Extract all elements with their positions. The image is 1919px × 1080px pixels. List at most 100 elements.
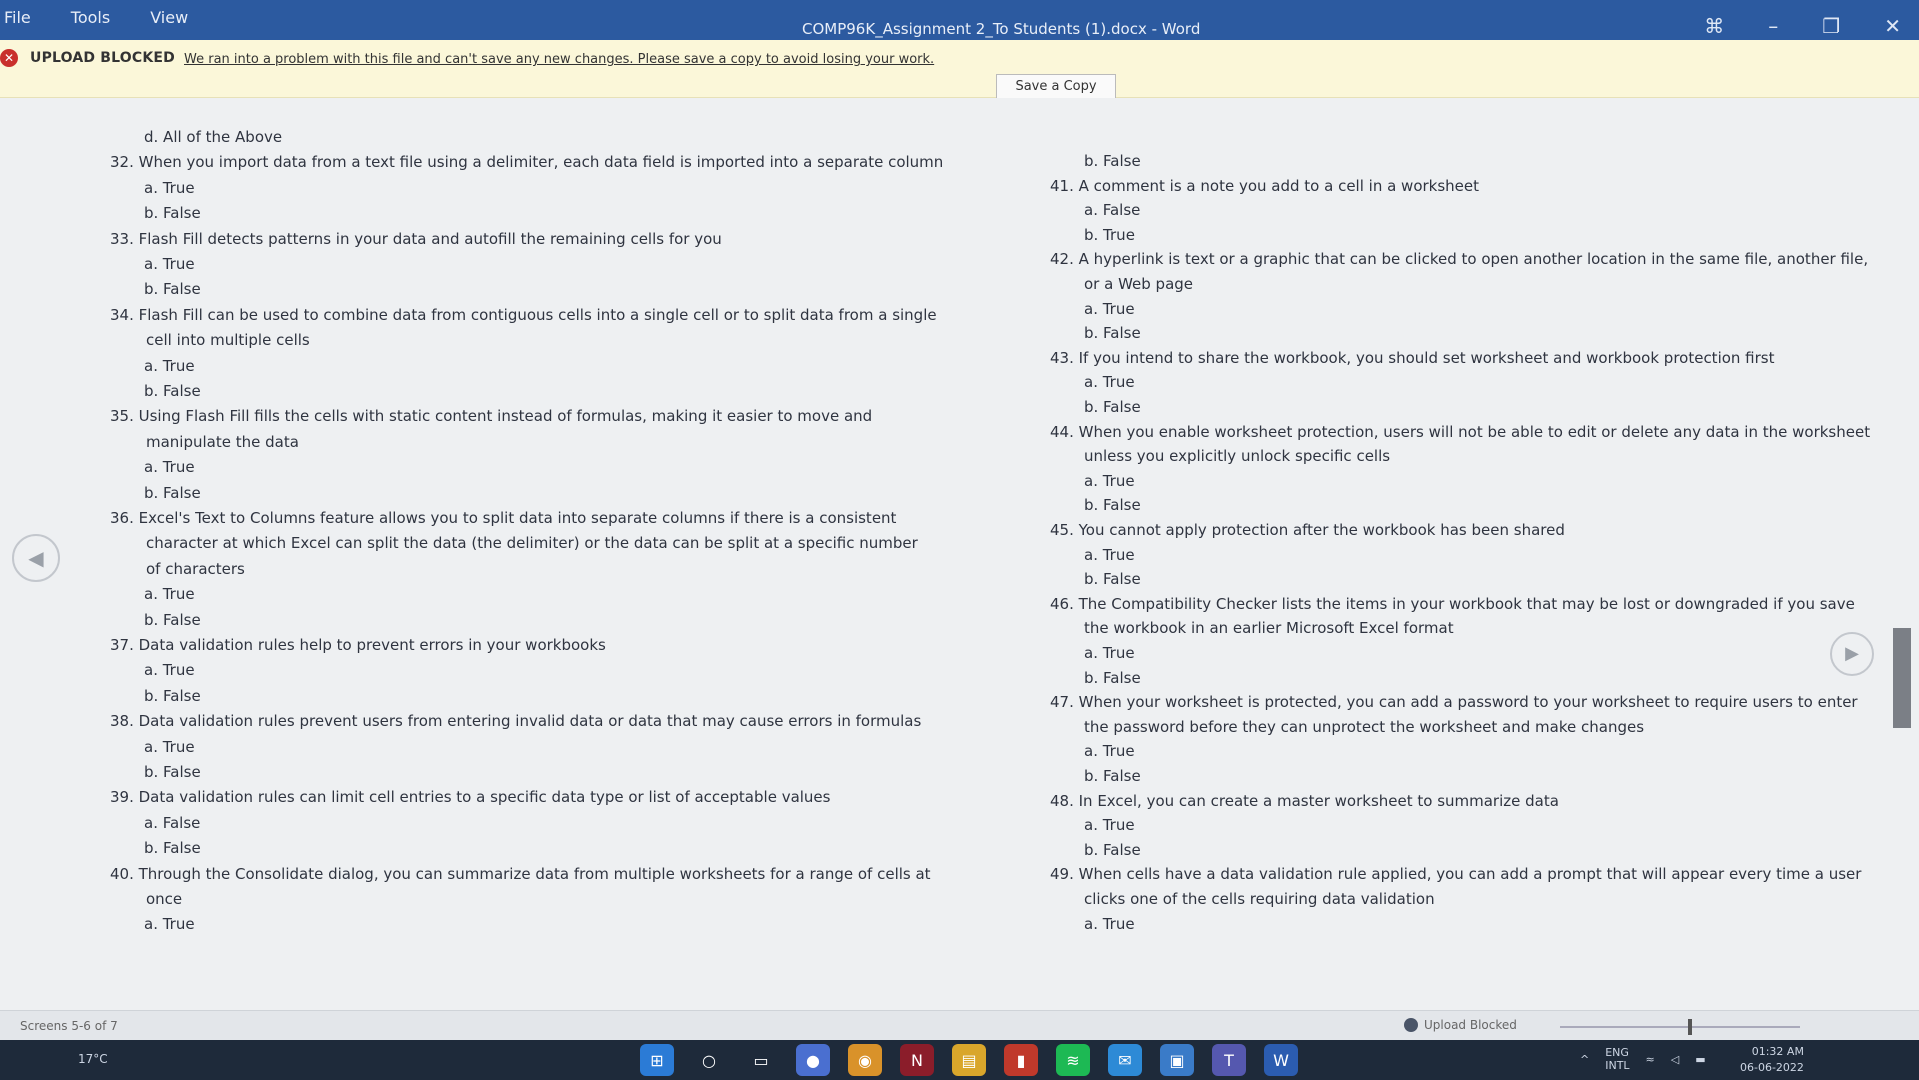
teams-icon[interactable]: T xyxy=(1212,1044,1246,1076)
question-continuation: of characters xyxy=(146,559,245,578)
window-controls: ⌘ – ❐ ✕ xyxy=(1704,14,1901,38)
question-text: 37. Data validation rules help to preven… xyxy=(110,636,606,654)
windows-start-icon[interactable]: ⊞ xyxy=(640,1044,674,1076)
clock-time: 01:32 AM xyxy=(1751,1045,1804,1058)
answer-option: b. False xyxy=(144,382,201,400)
clock[interactable]: 01:32 AM 06-06-2022 xyxy=(1740,1044,1804,1076)
clock-date: 06-06-2022 xyxy=(1740,1061,1804,1074)
save-copy-button[interactable]: Save a Copy xyxy=(996,74,1116,100)
question-text: 39. Data validation rules can limit cell… xyxy=(110,788,831,807)
question-text: 45. You cannot apply protection after th… xyxy=(1050,521,1565,539)
restore-icon[interactable]: ❐ xyxy=(1822,14,1840,38)
answer-option: b. False xyxy=(1084,152,1141,170)
focus-mode-icon[interactable]: ⌘ xyxy=(1704,14,1724,38)
screens-indicator: Screens 5-6 of 7 xyxy=(20,1019,118,1033)
answer-option: b. False xyxy=(1084,668,1141,687)
file-explorer-icon[interactable]: ▤ xyxy=(952,1044,986,1076)
error-icon: ✕ xyxy=(0,49,18,67)
answer-option: a. True xyxy=(144,585,195,604)
language-indicator[interactable]: ENG INTL xyxy=(1605,1046,1629,1072)
weather-temperature[interactable]: 17°C xyxy=(78,1052,108,1066)
language-intl: INTL xyxy=(1605,1059,1630,1072)
answer-option: a. True xyxy=(144,458,195,477)
menu-file[interactable]: File xyxy=(4,8,31,27)
chrome-icon[interactable]: ◉ xyxy=(848,1044,882,1076)
word-icon[interactable]: W xyxy=(1264,1044,1298,1076)
answer-option: a. True xyxy=(144,661,195,680)
mail-icon[interactable]: ✉ xyxy=(1108,1044,1142,1076)
question-continuation: cell into multiple cells xyxy=(146,331,310,350)
upload-status-label: Upload Blocked xyxy=(1424,1018,1517,1032)
question-continuation: manipulate the data xyxy=(146,432,299,451)
answer-option: b. False xyxy=(144,839,201,858)
answer-option: b. False xyxy=(1084,496,1141,515)
menu-bar: File Tools View xyxy=(0,8,188,27)
question-text: 33. Flash Fill detects patterns in your … xyxy=(110,229,722,248)
menu-tools[interactable]: Tools xyxy=(71,8,110,27)
question-text: 48. In Excel, you can create a master wo… xyxy=(1050,791,1559,810)
answer-option: a. True xyxy=(144,178,195,197)
answer-option: a. True xyxy=(144,356,195,375)
answer-option: a. False xyxy=(1084,201,1141,220)
taskbar: 17°C ⊞ ○ ▭ ● ◉ N ▤ ▮ ≋ ✉ ▣ T W ^ ENG INT… xyxy=(0,1040,1919,1080)
question-text: 40. Through the Consolidate dialog, you … xyxy=(110,864,931,883)
message-bar: ✕ UPLOAD BLOCKED We ran into a problem w… xyxy=(0,40,1919,116)
tray-chevron-icon[interactable]: ^ xyxy=(1580,1053,1589,1066)
question-continuation: once xyxy=(146,890,183,908)
question-text: 32. When you import data from a text fil… xyxy=(110,153,944,172)
system-tray: ^ ENG INTL ≈ ◁ ▬ xyxy=(1580,1046,1706,1072)
answer-option: b. False xyxy=(144,610,201,629)
question-text: 42. A hyperlink is text or a graphic tha… xyxy=(1050,250,1869,269)
upload-status[interactable]: Upload Blocked xyxy=(1404,1018,1517,1032)
question-text: 44. When you enable worksheet protection… xyxy=(1050,422,1871,441)
netflix-icon[interactable]: N xyxy=(900,1044,934,1076)
question-text: 35. Using Flash Fill fills the cells wit… xyxy=(110,407,873,426)
search-icon[interactable]: ○ xyxy=(692,1044,726,1076)
wifi-icon[interactable]: ≈ xyxy=(1646,1053,1655,1066)
question-text: 43. If you intend to share the workbook,… xyxy=(1050,348,1775,367)
answer-option: a. True xyxy=(144,255,195,273)
zoom-handle[interactable] xyxy=(1688,1019,1692,1035)
question-continuation: clicks one of the cells requiring data v… xyxy=(1084,890,1435,908)
answer-option: a. True xyxy=(1084,816,1135,835)
question-text: 36. Excel's Text to Columns feature allo… xyxy=(110,509,897,527)
language-eng: ENG xyxy=(1605,1046,1629,1059)
answer-option: a. True xyxy=(1084,299,1135,318)
answer-option: b. False xyxy=(144,204,201,223)
document-canvas: d. All of the Above 32. When you import d… xyxy=(0,98,1919,1010)
task-view-icon[interactable]: ▭ xyxy=(744,1044,778,1076)
zoom-slider[interactable] xyxy=(1560,1026,1800,1028)
previous-page-button[interactable]: ◀ xyxy=(12,534,60,582)
question-continuation: unless you explicitly unlock specific ce… xyxy=(1084,447,1391,466)
window-title: COMP96K_Assignment 2_To Students (1).doc… xyxy=(802,20,1201,38)
question-text: 34. Flash Fill can be used to combine da… xyxy=(110,305,937,324)
answer-option: a. True xyxy=(1084,644,1135,662)
taskbar-apps: ⊞ ○ ▭ ● ◉ N ▤ ▮ ≋ ✉ ▣ T W xyxy=(640,1044,1298,1076)
answer-option: b. False xyxy=(144,686,201,705)
photos-icon[interactable]: ▣ xyxy=(1160,1044,1194,1076)
question-text: 49. When cells have a data validation ru… xyxy=(1050,865,1862,884)
question-continuation: character at which Excel can split the d… xyxy=(146,534,918,553)
next-page-button[interactable]: ▶ xyxy=(1830,632,1874,676)
answer-option: a. True xyxy=(1084,742,1135,761)
answer-option: a. True xyxy=(1084,545,1135,564)
menu-view[interactable]: View xyxy=(150,8,188,27)
answer-option: a. True xyxy=(1084,471,1135,490)
spotify-icon[interactable]: ≋ xyxy=(1056,1044,1090,1076)
answer-option: d. All of the Above xyxy=(144,128,283,146)
answer-option: b. False xyxy=(1084,570,1141,589)
answer-option: b. False xyxy=(1084,324,1141,343)
answer-option: a. True xyxy=(144,915,195,934)
answer-option: a. False xyxy=(144,813,201,832)
title-bar: File Tools View COMP96K_Assignment 2_To … xyxy=(0,0,1919,40)
volume-icon[interactable]: ◁ xyxy=(1671,1053,1679,1066)
question-text: 38. Data validation rules prevent users … xyxy=(110,712,922,731)
minimize-icon[interactable]: – xyxy=(1768,14,1778,38)
office-icon[interactable]: ▮ xyxy=(1004,1044,1038,1076)
feedback-tab[interactable] xyxy=(1893,628,1911,728)
status-bar: Screens 5-6 of 7 Upload Blocked xyxy=(0,1010,1919,1040)
battery-icon[interactable]: ▬ xyxy=(1695,1053,1705,1066)
zoom-app-icon[interactable]: ● xyxy=(796,1044,830,1076)
close-icon[interactable]: ✕ xyxy=(1884,14,1901,38)
question-continuation: the workbook in an earlier Microsoft Exc… xyxy=(1084,619,1454,638)
